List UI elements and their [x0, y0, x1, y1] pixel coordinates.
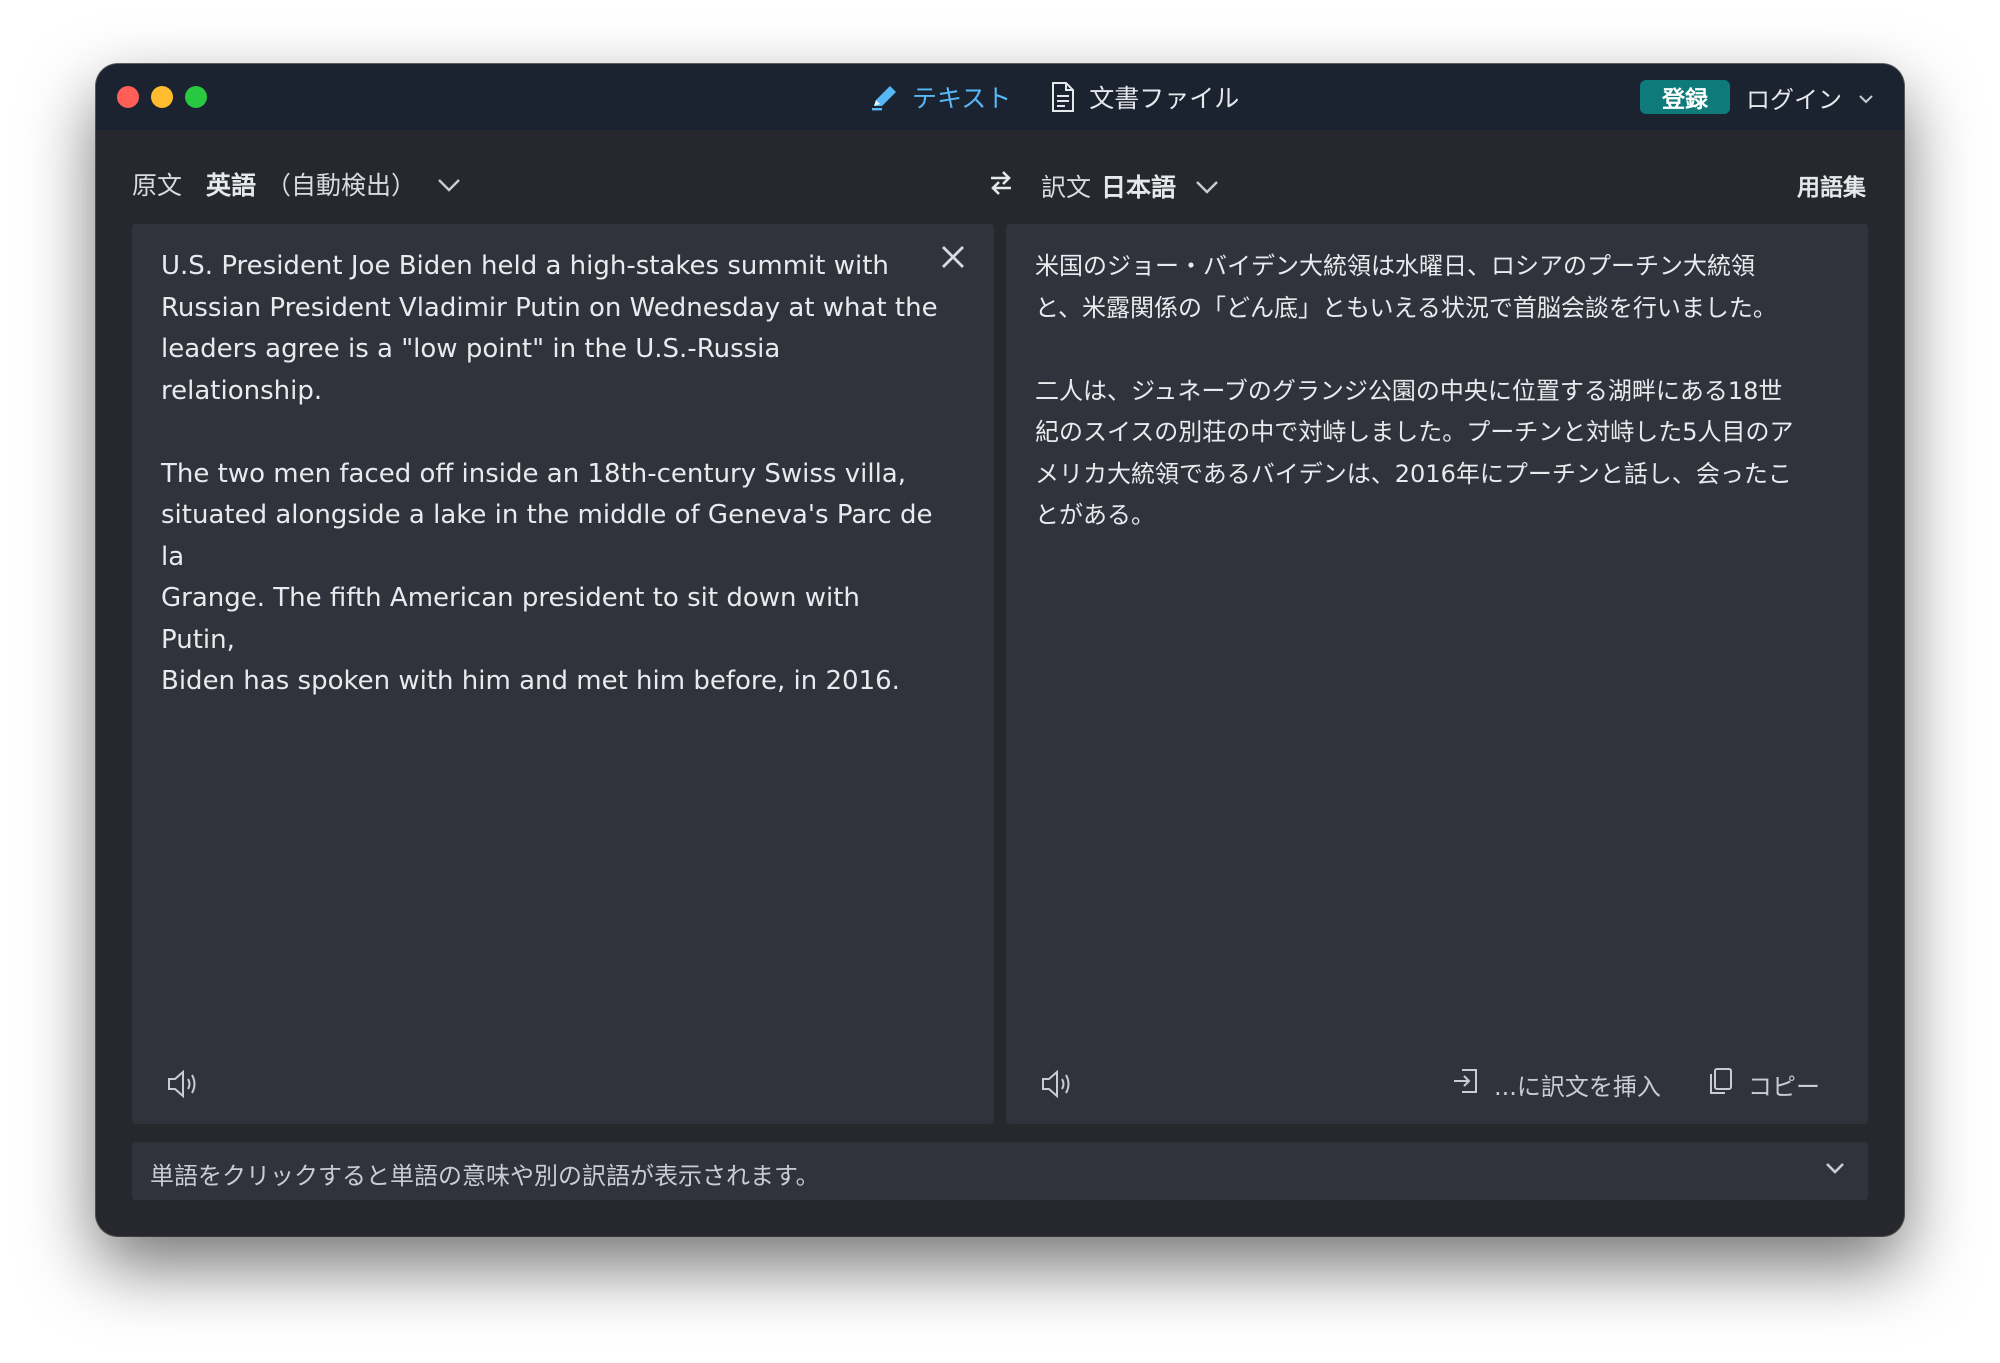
- copy-label: コピー: [1748, 1072, 1820, 1101]
- copy-button[interactable]: コピー: [1706, 1064, 1820, 1104]
- minimize-window-button[interactable]: [151, 86, 173, 108]
- maximize-window-button[interactable]: [185, 86, 207, 108]
- chevron-down-icon: [1824, 1160, 1846, 1180]
- register-button[interactable]: 登録: [1640, 80, 1730, 114]
- insert-translation-button[interactable]: ...に訳文を挿入: [1452, 1064, 1661, 1104]
- target-language-chevron-icon[interactable]: [1194, 172, 1220, 201]
- close-window-button[interactable]: [117, 86, 139, 108]
- swap-icon: [991, 171, 1011, 195]
- speaker-icon: [168, 1069, 196, 1099]
- source-text-input[interactable]: U.S. President Joe Biden held a high-sta…: [161, 246, 941, 703]
- insert-icon: [1452, 1066, 1480, 1102]
- pen-icon: [870, 82, 900, 112]
- close-icon: [942, 246, 964, 268]
- source-language-bar: 原文 英語 （自動検出）: [132, 164, 462, 204]
- copy-icon: [1706, 1066, 1734, 1102]
- target-label: 訳文: [1041, 173, 1092, 202]
- login-button[interactable]: ログイン: [1746, 78, 1874, 116]
- target-language-bar: 訳文 日本語: [1041, 166, 1220, 206]
- tab-document-label: 文書ファイル: [1089, 84, 1240, 113]
- tab-text-label: テキスト: [912, 84, 1012, 113]
- target-language[interactable]: 日本語: [1101, 168, 1176, 204]
- chevron-down-icon: [1858, 83, 1874, 111]
- hint-text: 単語をクリックすると単語の意味や別の訳語が表示されます。: [150, 1162, 820, 1190]
- glossary-button[interactable]: 用語集: [1797, 168, 1866, 202]
- source-speaker-button[interactable]: [166, 1067, 206, 1105]
- mode-switcher: テキスト 文書ファイル: [870, 76, 1239, 118]
- clear-text-button[interactable]: [940, 244, 966, 274]
- dictionary-hint-bar[interactable]: 単語をクリックすると単語の意味や別の訳語が表示されます。: [132, 1142, 1868, 1200]
- document-icon: [1049, 81, 1077, 113]
- translated-text: 米国のジョー・バイデン大統領は水曜日、ロシアのプーチン大統領 と、米露関係の「ど…: [1035, 252, 1794, 529]
- app-window: テキスト 文書ファイル 登録 ログイン 原文 英語 （自動検出） 訳文 日本語 …: [96, 64, 1904, 1236]
- target-speaker-button[interactable]: [1040, 1067, 1080, 1105]
- swap-languages-button[interactable]: [988, 169, 1014, 201]
- target-pane: 米国のジョー・バイデン大統領は水曜日、ロシアのプーチン大統領 と、米露関係の「ど…: [1006, 224, 1868, 1124]
- source-language[interactable]: 英語: [206, 166, 256, 202]
- tab-text[interactable]: テキスト: [870, 79, 1011, 115]
- auto-detect-label: （自動検出）: [266, 171, 417, 200]
- source-pane: U.S. President Joe Biden held a high-sta…: [132, 224, 994, 1124]
- titlebar: テキスト 文書ファイル 登録 ログイン: [96, 64, 1904, 130]
- source-label: 原文: [132, 171, 183, 200]
- speaker-icon: [1042, 1069, 1070, 1099]
- login-label: ログイン: [1746, 85, 1842, 114]
- tab-document[interactable]: 文書ファイル: [1049, 79, 1239, 115]
- source-language-chevron-icon[interactable]: [436, 170, 462, 199]
- insert-label: ...に訳文を挿入: [1494, 1072, 1661, 1101]
